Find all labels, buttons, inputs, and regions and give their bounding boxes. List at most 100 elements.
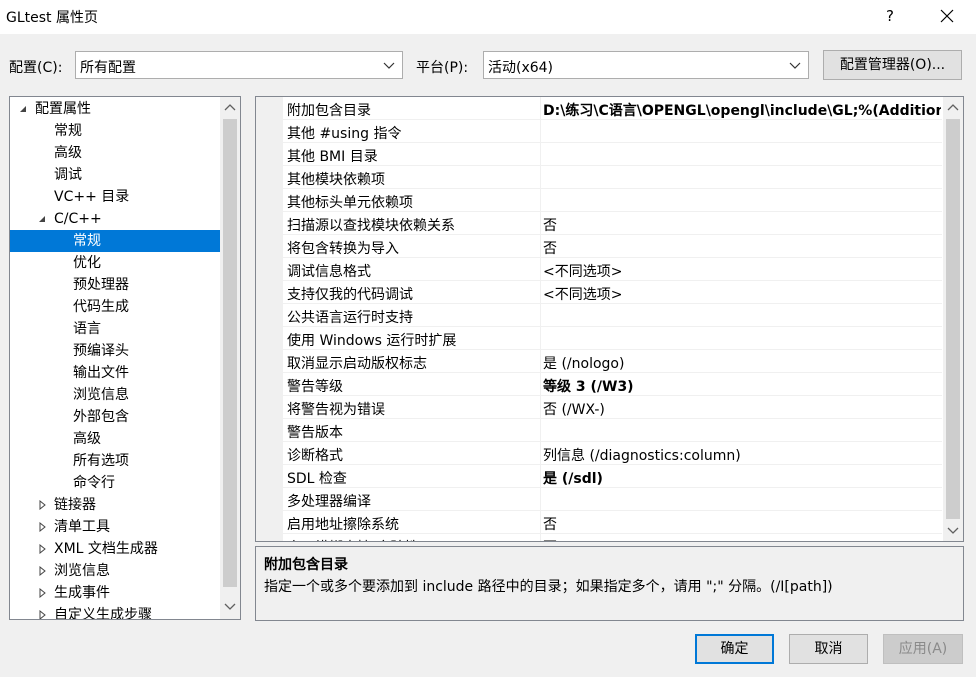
property-row[interactable]: SDL 检查 是 (/sdl) [256,465,942,488]
property-name: 其他 #using 指令 [287,126,402,142]
tree-item-advanced[interactable]: 高级 [10,142,220,164]
property-value[interactable]: 否 [543,537,941,541]
scroll-down-icon[interactable] [946,525,960,537]
cancel-button[interactable]: 取消 [789,634,868,664]
tree-item-manifest-tool[interactable]: 清单工具 [10,516,220,538]
tree-item-cpp-language[interactable]: 语言 [10,318,220,340]
column-divider [540,258,541,281]
collapsed-triangle-icon[interactable] [38,566,48,576]
tree-item-cpp-codegen[interactable]: 代码生成 [10,296,220,318]
scroll-up-icon[interactable] [223,101,237,113]
property-value[interactable]: <不同选项> [543,261,941,281]
collapsed-triangle-icon[interactable] [38,588,48,598]
property-value[interactable]: D:\练习\C语言\OPENGL\opengl\include\GL;%(Add… [543,100,941,120]
tree-scrollbar[interactable] [220,97,240,619]
property-row[interactable]: 其他 #using 指令 [256,120,942,143]
tree-item-custom-build[interactable]: 自定义生成步骤 [10,604,220,620]
property-row[interactable]: 启用地址擦除系统 否 [256,511,942,534]
row-gutter [256,465,283,488]
property-row[interactable]: 诊断格式 列信息 (/diagnostics:column) [256,442,942,465]
tree-item-vc-directories[interactable]: VC++ 目录 [10,186,220,208]
property-row[interactable]: 多处理器编译 [256,488,942,511]
tree-item-config-properties[interactable]: 配置属性 [10,98,220,120]
tree-item-cpp-browse[interactable]: 浏览信息 [10,384,220,406]
tree-item-label: 优化 [73,255,101,271]
property-row[interactable]: 将包含转换为导入 否 [256,235,942,258]
property-row[interactable]: 附加包含目录 D:\练习\C语言\OPENGL\opengl\include\GL… [256,97,942,120]
collapsed-triangle-icon[interactable] [38,500,48,510]
grid-scrollbar[interactable] [943,97,963,541]
help-button[interactable]: ? [876,2,904,30]
tree-item-label: 自定义生成步骤 [54,607,152,620]
collapsed-triangle-icon[interactable] [38,610,48,620]
platform-select[interactable]: 活动(x64) [483,51,809,79]
close-button[interactable] [930,2,964,30]
tree-item-cpp-all-options[interactable]: 所有选项 [10,450,220,472]
tree-item-cpp-optimization[interactable]: 优化 [10,252,220,274]
tree-item-cpp[interactable]: C/C++ [10,208,220,230]
property-value[interactable]: 否 [543,215,941,235]
tree-item-cpp-advanced[interactable]: 高级 [10,428,220,450]
grid-scroll-thumb[interactable] [946,119,960,519]
column-divider [540,442,541,465]
config-manager-button[interactable]: 配置管理器(O)... [823,50,962,80]
property-value[interactable]: 否 [543,238,941,258]
tree-item-cpp-general[interactable]: 常规 [10,230,220,252]
property-row[interactable]: 其他标头单元依赖项 [256,189,942,212]
tree-item-build-events[interactable]: 生成事件 [10,582,220,604]
tree-item-xml-doc[interactable]: XML 文档生成器 [10,538,220,560]
tree-item-cpp-external[interactable]: 外部包含 [10,406,220,428]
tree-scroll-thumb[interactable] [223,119,237,587]
property-name: 警告版本 [287,425,343,441]
tree-item-label: 配置属性 [35,101,91,117]
column-divider [540,304,541,327]
property-value[interactable]: 是 (/sdl) [543,468,941,488]
expanded-triangle-icon[interactable] [37,214,47,224]
property-row[interactable]: 警告版本 [256,419,942,442]
scroll-down-icon[interactable] [223,601,237,613]
column-divider [540,97,541,120]
scroll-up-icon[interactable] [946,101,960,113]
property-row[interactable]: 调试信息格式 <不同选项> [256,258,942,281]
tree-item-label: VC++ 目录 [54,189,130,205]
tree-item-label: 输出文件 [73,365,129,381]
property-value[interactable]: <不同选项> [543,284,941,304]
tree-item-linker[interactable]: 链接器 [10,494,220,516]
property-row[interactable]: 其他模块依赖项 [256,166,942,189]
property-row[interactable]: 启用模糊支持(实验性) 否 [256,534,942,541]
tree-item-cpp-output[interactable]: 输出文件 [10,362,220,384]
ok-button[interactable]: 确定 [695,634,774,664]
tree-item-cpp-preprocessor[interactable]: 预处理器 [10,274,220,296]
property-name: 诊断格式 [287,448,343,464]
tree-item-label: 命令行 [73,475,115,491]
tree-item-cpp-command-line[interactable]: 命令行 [10,472,220,494]
property-row[interactable]: 支持仅我的代码调试 <不同选项> [256,281,942,304]
property-row[interactable]: 警告等级 等级 3 (/W3) [256,373,942,396]
apply-button[interactable]: 应用(A) [883,634,963,664]
property-row[interactable]: 使用 Windows 运行时扩展 [256,327,942,350]
tree-item-debugging[interactable]: 调试 [10,164,220,186]
property-value[interactable]: 是 (/nologo) [543,353,941,373]
tree-item-cpp-pch[interactable]: 预编译头 [10,340,220,362]
property-value[interactable]: 等级 3 (/W3) [543,376,941,396]
property-row[interactable]: 将警告视为错误 否 (/WX-) [256,396,942,419]
column-divider [540,534,541,541]
tree-item-browse-info[interactable]: 浏览信息 [10,560,220,582]
tree-item-label: 常规 [54,123,82,139]
tree-item-label: 预处理器 [73,277,129,293]
collapsed-triangle-icon[interactable] [38,522,48,532]
property-value[interactable]: 否 (/WX-) [543,399,941,419]
property-name: 调试信息格式 [287,264,371,280]
property-row[interactable]: 取消显示启动版权标志 是 (/nologo) [256,350,942,373]
property-value[interactable]: 否 [543,514,941,534]
config-select[interactable]: 所有配置 [75,51,403,79]
tree-item-general[interactable]: 常规 [10,120,220,142]
collapsed-triangle-icon[interactable] [38,544,48,554]
property-row[interactable]: 扫描源以查找模块依赖关系 否 [256,212,942,235]
expanded-triangle-icon[interactable] [18,104,28,114]
property-value[interactable]: 列信息 (/diagnostics:column) [543,445,941,465]
property-tree: 配置属性 常规 高级 调试 VC++ 目录 C/C++ 常规 优化 预处理器 代… [9,96,241,620]
property-row[interactable]: 公共语言运行时支持 [256,304,942,327]
property-row[interactable]: 其他 BMI 目录 [256,143,942,166]
column-divider [540,189,541,212]
